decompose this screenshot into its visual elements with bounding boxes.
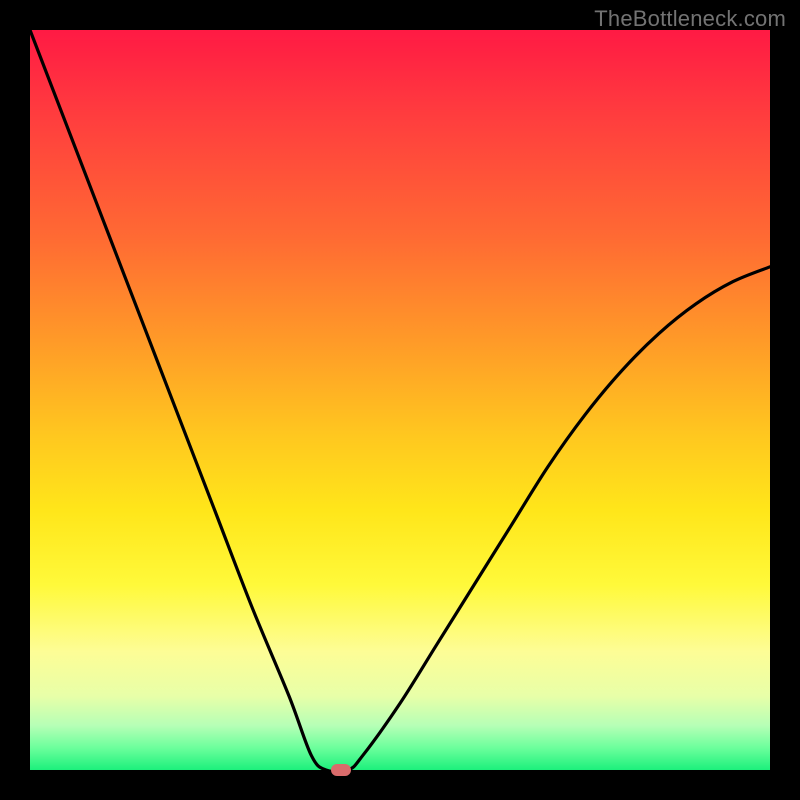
min-marker <box>331 764 351 776</box>
chart-frame: TheBottleneck.com <box>0 0 800 800</box>
bottleneck-curve <box>30 30 770 770</box>
watermark-label: TheBottleneck.com <box>594 6 786 32</box>
plot-area <box>30 30 770 770</box>
